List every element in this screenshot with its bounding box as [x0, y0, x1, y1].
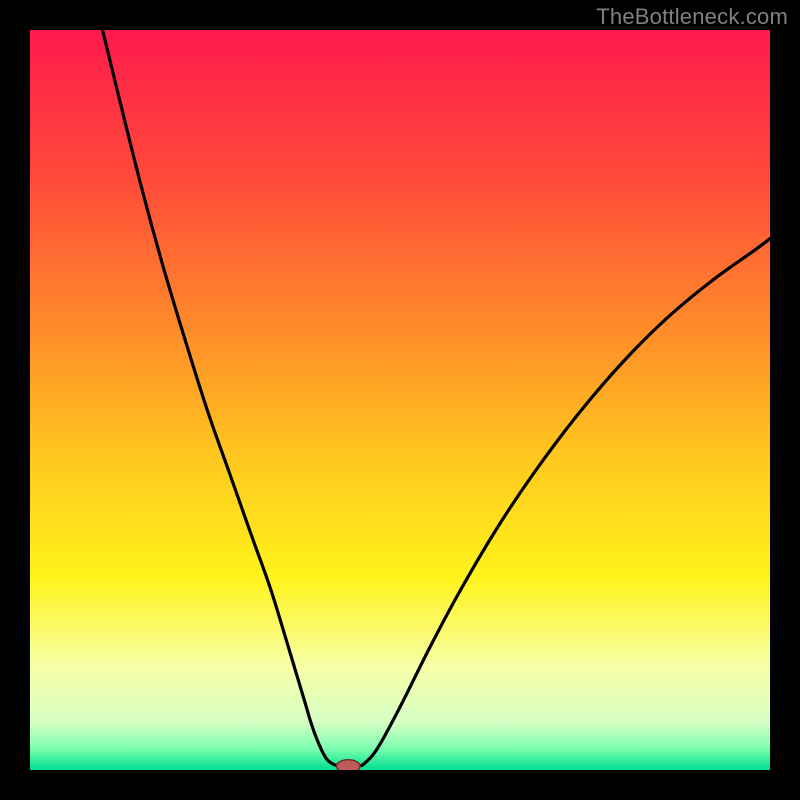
bottleneck-chart — [30, 30, 770, 770]
min-marker — [336, 760, 360, 770]
plot-area — [30, 30, 770, 770]
chart-frame: TheBottleneck.com — [0, 0, 800, 800]
watermark-text: TheBottleneck.com — [596, 4, 788, 30]
plot-background — [30, 30, 770, 770]
